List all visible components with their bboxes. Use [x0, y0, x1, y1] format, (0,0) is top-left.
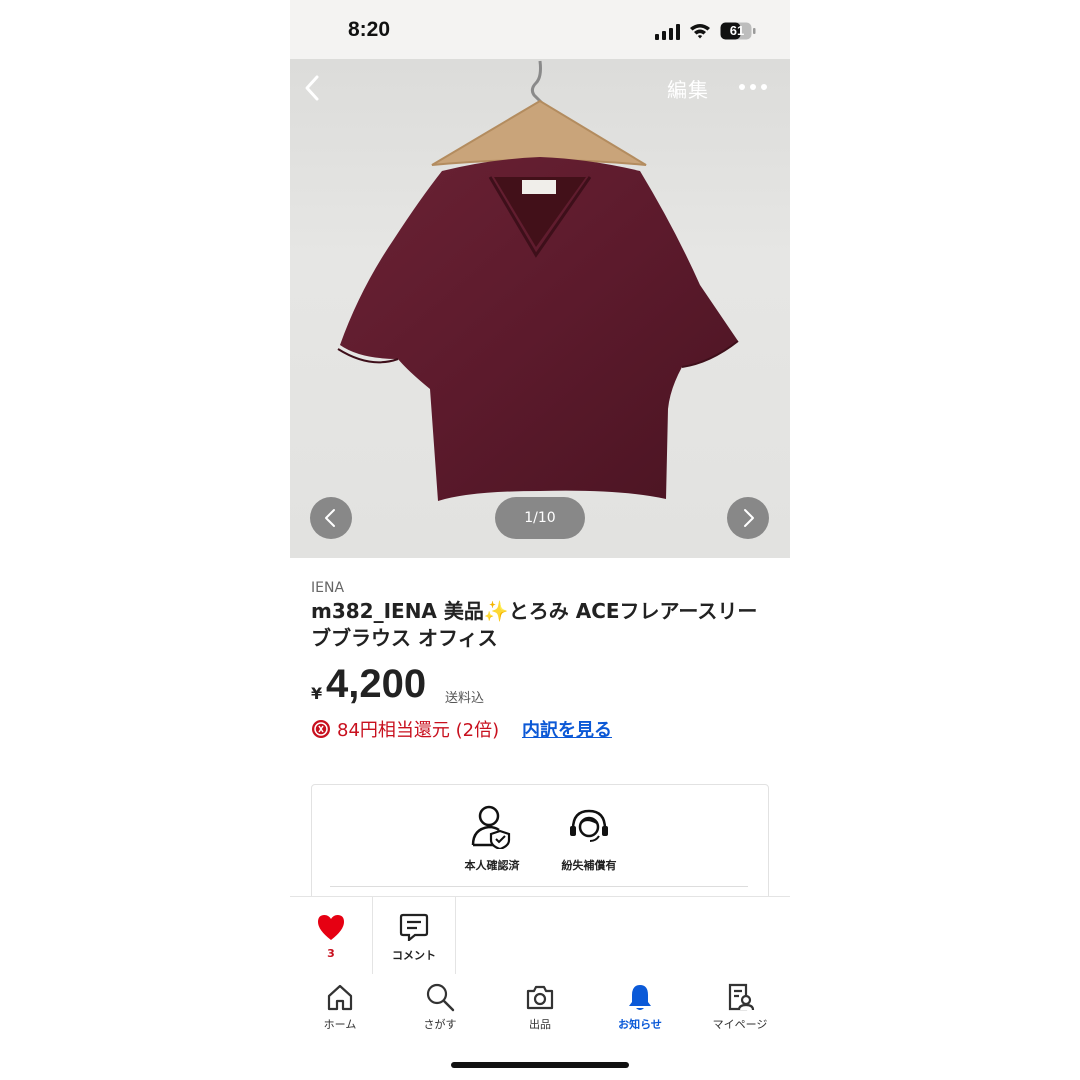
- feature-label: 紛失補償有: [561, 859, 617, 872]
- more-dots-icon[interactable]: [736, 77, 770, 97]
- mypage-icon: [728, 983, 755, 1011]
- phone-screen: 8:20 61 編集 1/10 IENA m382_IENA 美品✨とろみ AC…: [290, 0, 790, 1080]
- tab-label: ホーム: [323, 1018, 357, 1031]
- shipping-included-label: 送料込: [445, 691, 485, 706]
- brand-name[interactable]: IENA: [311, 580, 344, 596]
- status-bar: 8:20 61: [290, 0, 790, 59]
- chevron-left-icon: [325, 509, 335, 527]
- status-time: 8:20: [348, 18, 391, 41]
- points-reward-text: 84円相当還元 (2倍): [337, 720, 500, 741]
- image-counter: 1/10: [495, 497, 585, 539]
- chevron-right-icon: [744, 509, 754, 527]
- identity-verified-icon: [471, 805, 511, 849]
- bell-icon: [629, 985, 651, 1010]
- tab-label: 出品: [529, 1018, 551, 1031]
- tab-sell[interactable]: 出品: [490, 982, 590, 1032]
- price-value: 4,200: [326, 662, 427, 706]
- currency-symbol: ¥: [311, 684, 323, 703]
- comment-button[interactable]: コメント: [373, 897, 456, 974]
- points-breakdown-link[interactable]: 内訳を見る: [522, 716, 612, 742]
- tab-mypage[interactable]: マイページ: [690, 982, 790, 1032]
- bottom-tab-bar: ホーム さがす 出品 お知らせ マイページ: [290, 974, 790, 1080]
- cellular-signal-icon: [655, 24, 680, 40]
- blouse-image: [337, 60, 739, 501]
- action-bar: 3 コメント: [290, 896, 790, 975]
- wifi-icon: [690, 24, 710, 39]
- tab-home[interactable]: ホーム: [290, 982, 390, 1032]
- product-photo[interactable]: 編集 1/10: [290, 59, 790, 558]
- tab-label: マイページ: [712, 1018, 768, 1031]
- tab-label: さがす: [423, 1018, 457, 1031]
- home-icon: [327, 984, 353, 1011]
- divider: [330, 886, 748, 887]
- like-count: 3: [327, 947, 335, 960]
- edit-button[interactable]: 編集: [667, 74, 709, 103]
- tab-notifications[interactable]: お知らせ: [590, 982, 690, 1032]
- points-coin-icon: [312, 720, 330, 738]
- item-title: m382_IENA 美品✨とろみ ACEフレアースリーブブラウス オフィス: [311, 599, 758, 650]
- feature-loss-compensation: 紛失補償有: [544, 803, 634, 873]
- tab-label: お知らせ: [618, 1018, 662, 1031]
- previous-image-button[interactable]: [310, 497, 352, 539]
- heart-icon: [318, 915, 344, 940]
- search-icon: [426, 983, 455, 1012]
- tab-search[interactable]: さがす: [390, 982, 490, 1032]
- comment-label: コメント: [392, 949, 436, 962]
- back-chevron-icon[interactable]: [298, 73, 328, 103]
- comment-icon: [399, 913, 429, 941]
- feature-identity-verified: 本人確認済: [447, 803, 537, 873]
- home-indicator: [451, 1062, 629, 1068]
- next-image-button[interactable]: [727, 497, 769, 539]
- loss-compensation-icon: [570, 809, 608, 842]
- battery-level: 61: [729, 23, 745, 38]
- feature-label: 本人確認済: [464, 859, 520, 872]
- like-button[interactable]: 3: [290, 897, 373, 974]
- camera-icon: [526, 985, 554, 1010]
